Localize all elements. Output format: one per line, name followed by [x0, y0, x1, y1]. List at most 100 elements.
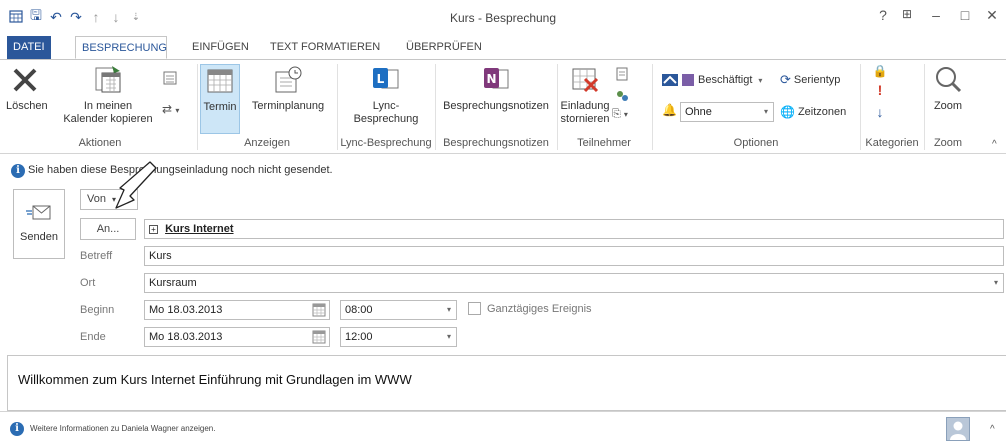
- recurrence-label: Serientyp: [793, 74, 841, 86]
- send-label: Senden: [20, 231, 58, 243]
- subject-field[interactable]: Kurs: [144, 246, 1004, 266]
- window-title: Kurs - Besprechung: [449, 11, 557, 25]
- people-pane-link[interactable]: Weitere Informationen zu Daniela Wagner …: [30, 424, 215, 433]
- info-icon: i: [10, 422, 24, 436]
- recurrence-icon: ⟳: [780, 72, 791, 87]
- time-zones-button[interactable]: 🌐 Zeitzonen: [780, 102, 846, 122]
- end-date-value: Mo 18.03.2013: [149, 331, 223, 343]
- contact-avatar[interactable]: [946, 417, 970, 441]
- lync-label-1: Lync-: [372, 100, 400, 112]
- meeting-notes-label: Besprechungsnotizen: [443, 100, 549, 112]
- lync-label-2: Besprechung: [353, 113, 419, 125]
- lync-meeting-button[interactable]: L Lync- Besprechung: [340, 64, 432, 126]
- calendar-preview-icon[interactable]: [162, 70, 180, 88]
- address-book-icon[interactable]: [614, 66, 632, 82]
- chevron-down-icon: ▾: [763, 107, 768, 116]
- chevron-down-icon[interactable]: ▾: [447, 328, 451, 346]
- cancel-invitation-button[interactable]: Einladung stornieren: [560, 64, 610, 126]
- low-importance-icon[interactable]: ↓: [870, 104, 890, 122]
- location-field[interactable]: Kursraum ▾: [144, 273, 1004, 293]
- group-separator: [924, 64, 925, 150]
- copy-label-1: In meinen: [83, 100, 133, 112]
- calendar-picker-icon[interactable]: [312, 330, 326, 350]
- expand-people-pane-button[interactable]: ^: [990, 424, 995, 435]
- chevron-down-icon[interactable]: ▾: [994, 274, 998, 292]
- forward-icon[interactable]: ⇄ ▾: [162, 102, 190, 120]
- tab-ueberpruefen[interactable]: ÜBERPRÜFEN: [400, 36, 488, 59]
- high-importance-icon[interactable]: !: [870, 82, 890, 100]
- tab-datei[interactable]: DATEI: [7, 36, 51, 59]
- end-time-field[interactable]: 12:00 ▾: [340, 327, 457, 347]
- tab-einfuegen[interactable]: EINFÜGEN: [186, 36, 255, 59]
- termin-button[interactable]: Termin: [200, 64, 240, 134]
- chevron-down-icon: ▾: [758, 75, 763, 85]
- unsent-info-text: Sie haben diese Besprechungseinladung no…: [28, 164, 333, 176]
- delete-button[interactable]: Löschen: [6, 64, 48, 113]
- location-value: Kursraum: [149, 277, 197, 289]
- show-as-dropdown[interactable]: Beschäftigt ▾: [662, 70, 762, 90]
- person-icon: [950, 421, 966, 440]
- copy-to-calendar-button[interactable]: In meinen Kalender kopieren: [56, 64, 160, 126]
- send-button[interactable]: Senden: [13, 189, 65, 259]
- to-field[interactable]: + Kurs Internet: [144, 219, 1004, 239]
- cancel-invitation-label-2: stornieren: [560, 113, 610, 125]
- meeting-notes-button[interactable]: N Besprechungsnotizen: [438, 64, 554, 113]
- check-names-icon[interactable]: [614, 88, 632, 104]
- start-label: Beginn: [80, 304, 115, 316]
- calendar-picker-icon[interactable]: [312, 303, 326, 323]
- minimize-button[interactable]: –: [924, 7, 948, 27]
- reminder-select[interactable]: Ohne ▾: [680, 102, 774, 122]
- subject-label: Betreff: [80, 250, 113, 262]
- all-day-checkbox[interactable]: [468, 302, 481, 315]
- group-label-anzeigen: Anzeigen: [244, 137, 290, 149]
- location-label: Ort: [80, 277, 96, 289]
- start-time-value: 08:00: [345, 304, 373, 316]
- start-date-value: Mo 18.03.2013: [149, 304, 223, 316]
- start-time-field[interactable]: 08:00 ▾: [340, 300, 457, 320]
- recurrence-button[interactable]: ⟳ Serientyp: [780, 70, 840, 90]
- zoom-label: Zoom: [933, 100, 963, 112]
- group-label-aktionen: Aktionen: [78, 137, 122, 149]
- time-zones-label: Zeitzonen: [797, 106, 847, 118]
- delete-label: Löschen: [6, 100, 48, 112]
- terminplanung-button[interactable]: Terminplanung: [242, 64, 334, 113]
- scheduling-icon: [275, 66, 302, 93]
- send-envelope-icon: [26, 205, 51, 220]
- reminder-bell-icon: 🔔: [662, 103, 677, 117]
- end-date-field[interactable]: Mo 18.03.2013: [144, 327, 330, 347]
- maximize-button[interactable]: □: [953, 7, 977, 27]
- ribbon-display-options-icon[interactable]: ⊞: [895, 7, 919, 27]
- all-day-label: Ganztägiges Ereignis: [487, 303, 592, 315]
- copy-to-calendar-icon: [95, 66, 121, 93]
- termin-label: Termin: [203, 101, 237, 113]
- to-button[interactable]: An...: [80, 218, 136, 240]
- zoom-button[interactable]: Zoom: [928, 64, 968, 113]
- tab-text-formatieren[interactable]: TEXT FORMATIEREN: [264, 36, 386, 59]
- start-date-field[interactable]: Mo 18.03.2013: [144, 300, 330, 320]
- message-body[interactable]: Willkommen zum Kurs Internet Einführung …: [7, 355, 1006, 411]
- magnifier-icon: [936, 67, 962, 93]
- collapse-ribbon-button[interactable]: ^: [992, 139, 997, 150]
- group-separator: [652, 64, 653, 150]
- info-icon: i: [11, 164, 25, 178]
- from-label: Von: [87, 193, 106, 205]
- help-button[interactable]: ?: [871, 7, 895, 27]
- group-label-lync: Lync-Besprechung: [340, 137, 432, 149]
- expand-group-icon[interactable]: +: [149, 224, 158, 234]
- group-label-zoom: Zoom: [933, 137, 963, 149]
- group-label-kategorien: Kategorien: [865, 137, 919, 149]
- close-button[interactable]: ✕: [980, 7, 1004, 27]
- group-label-optionen: Optionen: [733, 137, 779, 149]
- response-options-icon[interactable]: ⎘ ▾: [612, 108, 640, 124]
- cancel-invitation-icon: [572, 68, 599, 93]
- private-lock-icon[interactable]: 🔒: [870, 64, 890, 80]
- title-bar: 🖫 ↶ ↷ ↑ ↓ ⇣ Kurs - Besprechung ? ⊞ – □ ✕: [0, 0, 1006, 36]
- busy-color-swatch: [682, 74, 694, 86]
- svg-text:N: N: [486, 72, 496, 86]
- chevron-down-icon[interactable]: ▾: [447, 301, 451, 319]
- tab-besprechung[interactable]: BESPRECHUNG: [75, 36, 167, 59]
- end-label: Ende: [80, 331, 106, 343]
- recipient-kurs-internet[interactable]: Kurs Internet: [165, 223, 233, 235]
- ribbon-tabs: DATEI BESPRECHUNG EINFÜGEN TEXT FORMATIE…: [0, 36, 1006, 60]
- globe-icon: 🌐: [780, 105, 795, 119]
